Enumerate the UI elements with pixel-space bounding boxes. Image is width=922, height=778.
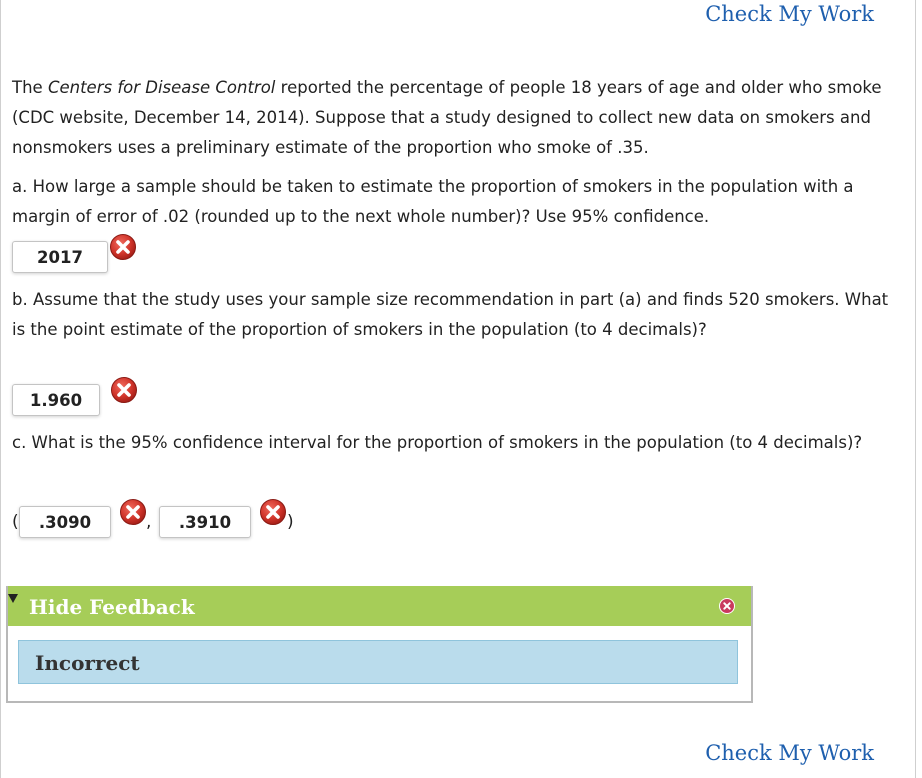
close-icon[interactable] <box>719 598 735 614</box>
incorrect-x-circle-icon <box>109 233 137 261</box>
incorrect-x-circle-icon <box>110 376 138 404</box>
part-b-question: b. Assume that the study uses your sampl… <box>12 290 889 339</box>
part-c-lower-bound-field[interactable]: .3090 <box>19 506 111 538</box>
hide-feedback-label[interactable]: Hide Feedback <box>29 595 195 619</box>
check-my-work-link-top[interactable]: Check My Work <box>705 2 874 26</box>
part-a-answer-field[interactable]: 2017 <box>12 241 108 273</box>
feedback-result-text: Incorrect <box>35 651 140 675</box>
interval-separator: , <box>146 512 152 532</box>
problem-intro: The Centers for Disease Control reported… <box>12 73 904 163</box>
feedback-toggle-bar[interactable]: Hide Feedback <box>8 586 751 626</box>
triangle-down-icon[interactable] <box>8 594 18 603</box>
part-a-question: a. How large a sample should be taken to… <box>12 177 854 226</box>
incorrect-x-circle-icon <box>259 498 287 526</box>
intro-org-name: Centers for Disease Control <box>47 78 276 97</box>
part-c-question: c. What is the 95% confidence interval f… <box>12 433 863 452</box>
check-my-work-link-bottom[interactable]: Check My Work <box>705 741 874 765</box>
incorrect-x-circle-icon <box>119 498 147 526</box>
intro-text-before: The <box>12 78 48 97</box>
feedback-result-box: Incorrect <box>18 640 738 684</box>
part-b-answer-field[interactable]: 1.960 <box>12 384 100 416</box>
feedback-panel: Hide Feedback Incorrect <box>6 586 753 703</box>
part-c-upper-bound-field[interactable]: .3910 <box>159 506 251 538</box>
interval-open-paren: ( <box>12 512 19 532</box>
interval-close-paren: ) <box>287 512 294 532</box>
